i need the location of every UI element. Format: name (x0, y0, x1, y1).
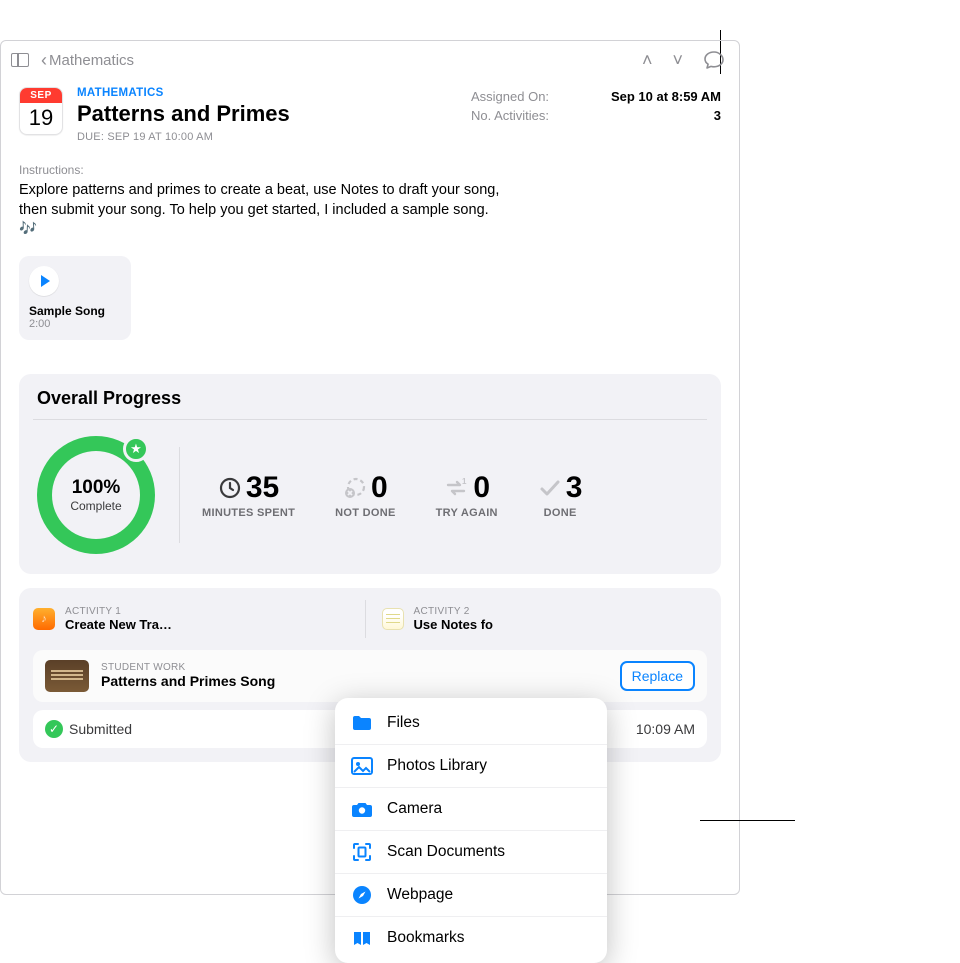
menu-item-bookmarks[interactable]: Bookmarks (335, 916, 607, 959)
calendar-month: SEP (20, 88, 62, 103)
activity-1-overline: ACTIVITY 1 (65, 606, 172, 617)
menu-item-webpage[interactable]: Webpage (335, 873, 607, 916)
divider (179, 447, 180, 543)
subject-eyebrow: MATHEMATICS (77, 87, 457, 99)
menu-item-webpage-label: Webpage (387, 886, 453, 904)
attachment-name: Sample Song (29, 304, 121, 318)
stat-done: 3 DONE (538, 471, 583, 519)
activity-2-title: Use Notes fo (414, 617, 493, 632)
activity-1[interactable]: ACTIVITY 1 Create New Tra… (33, 600, 359, 638)
divider (33, 419, 707, 420)
minutes-value: 35 (246, 471, 279, 505)
assignment-header: SEP 19 MATHEMATICS Patterns and Primes D… (1, 79, 739, 143)
student-work-overline: STUDENT WORK (101, 662, 275, 673)
menu-item-bookmarks-label: Bookmarks (387, 929, 465, 947)
calendar-badge: SEP 19 (19, 87, 63, 135)
menu-item-files-label: Files (387, 714, 420, 732)
menu-item-scan-label: Scan Documents (387, 843, 505, 861)
camera-icon (351, 798, 373, 820)
work-thumbnail (45, 660, 89, 692)
stat-try-again: 1 0 TRY AGAIN (436, 471, 498, 519)
chevron-up-icon[interactable]: ˄ (642, 51, 653, 69)
bookmarks-icon (351, 927, 373, 949)
sidebar-toggle-icon[interactable] (11, 53, 29, 67)
chevron-left-icon: ‹ (41, 51, 47, 69)
notes-icon (382, 608, 404, 630)
menu-item-camera[interactable]: Camera (335, 787, 607, 830)
overall-progress-heading: Overall Progress (37, 388, 703, 409)
clock-icon (218, 476, 242, 500)
attachment-duration: 2:00 (29, 318, 121, 330)
notdone-label: NOT DONE (335, 507, 395, 519)
tryagain-label: TRY AGAIN (436, 507, 498, 519)
folder-icon (351, 712, 373, 734)
activity-2-overline: ACTIVITY 2 (414, 606, 493, 617)
garageband-icon (33, 608, 55, 630)
check-circle-icon: ✓ (45, 720, 63, 738)
compass-icon (351, 884, 373, 906)
scan-icon (351, 841, 373, 863)
back-button[interactable]: ‹ Mathematics (35, 51, 134, 69)
try-again-icon: 1 (443, 476, 469, 500)
done-value: 3 (566, 471, 583, 505)
student-work-row: STUDENT WORK Patterns and Primes Song Re… (33, 650, 707, 702)
notdone-value: 0 (371, 471, 388, 505)
activity-2[interactable]: ACTIVITY 2 Use Notes fo (365, 600, 708, 638)
activities-count-value: 3 (714, 108, 721, 123)
activity-1-title: Create New Tra… (65, 617, 172, 632)
done-label: DONE (544, 507, 577, 519)
progress-percent: 100% (72, 477, 121, 499)
progress-ring: 100% Complete ★ (37, 436, 155, 554)
callout-line-replace (700, 820, 795, 821)
back-label: Mathematics (49, 52, 134, 69)
calendar-day: 19 (20, 103, 62, 131)
menu-item-camera-label: Camera (387, 800, 442, 818)
menu-item-files[interactable]: Files (335, 702, 607, 744)
menu-item-scan[interactable]: Scan Documents (335, 830, 607, 873)
replace-button[interactable]: Replace (620, 661, 695, 691)
instructions-body: Explore patterns and primes to create a … (1, 181, 521, 240)
attachment-source-menu: Files Photos Library Camera Scan Documen… (335, 698, 607, 963)
overall-progress-card: Overall Progress 100% Complete ★ 35 MINU… (19, 374, 721, 574)
tryagain-value: 0 (473, 471, 490, 505)
due-date: DUE: SEP 19 AT 10:00 AM (77, 131, 457, 143)
assigned-on-label: Assigned On: (471, 89, 549, 104)
stat-not-done: 0 NOT DONE (335, 471, 395, 519)
student-work-title: Patterns and Primes Song (101, 673, 275, 689)
not-done-icon (343, 476, 367, 500)
play-icon[interactable] (29, 266, 59, 296)
star-badge-icon: ★ (123, 436, 149, 462)
chevron-down-icon[interactable]: ˅ (672, 51, 683, 69)
minutes-label: MINUTES SPENT (202, 507, 295, 519)
assignment-meta: Assigned On: Sep 10 at 8:59 AM No. Activ… (471, 87, 721, 125)
stat-minutes-spent: 35 MINUTES SPENT (202, 471, 295, 519)
chat-bubble-icon[interactable] (703, 50, 725, 70)
submission-status-text: Submitted (69, 721, 132, 737)
attachment-card[interactable]: Sample Song 2:00 (19, 256, 131, 340)
instructions-label: Instructions: (1, 143, 739, 181)
assigned-on-value: Sep 10 at 8:59 AM (611, 89, 721, 104)
progress-percent-label: Complete (70, 499, 121, 513)
menu-item-photos[interactable]: Photos Library (335, 744, 607, 787)
nav-bar: ‹ Mathematics ˄ ˅ (1, 41, 739, 79)
activities-count-label: No. Activities: (471, 108, 549, 123)
checkmark-icon (538, 476, 562, 500)
photo-icon (351, 755, 373, 777)
svg-text:1: 1 (462, 477, 467, 486)
submission-time: 10:09 AM (636, 721, 695, 737)
menu-item-photos-label: Photos Library (387, 757, 487, 775)
assignment-title: Patterns and Primes (77, 101, 457, 127)
